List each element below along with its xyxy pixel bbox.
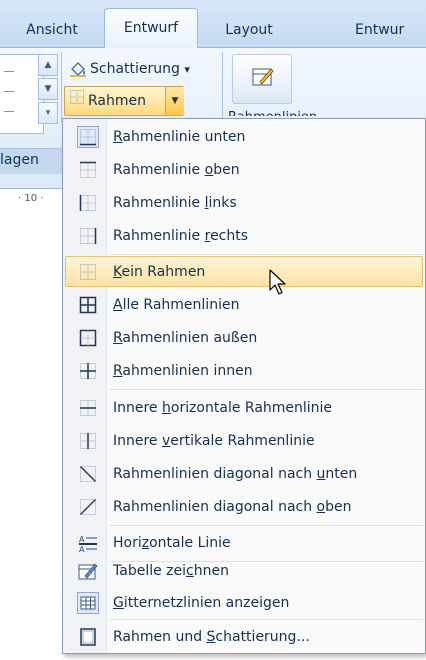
menu-separator [109, 525, 423, 526]
menu-item-label: Rahmenlinie links [113, 194, 237, 211]
border-none-icon [69, 87, 85, 115]
shading-dropdown-arrow: ▾ [184, 63, 190, 76]
menu-item-label: Rahmenlinien diagonal nach oben [113, 498, 352, 515]
svg-text:A: A [79, 535, 85, 544]
menu-separator [109, 254, 423, 255]
menu-item-inside-vertical[interactable]: Innere vertikale Rahmenlinie [65, 425, 423, 456]
group-separator [222, 52, 223, 122]
border-inside-vertical-icon [77, 430, 99, 452]
menu-item-label: Innere horizontale Rahmenlinie [113, 399, 333, 416]
border-left-icon [77, 192, 99, 214]
group-label: lagen [0, 152, 39, 168]
menu-item-label: Rahmenlinien außen [113, 329, 258, 346]
borders-split-button[interactable]: Rahmen ▼ [64, 86, 184, 116]
border-diagonal-down-icon [77, 463, 99, 485]
tab-ansicht[interactable]: Ansicht [0, 12, 104, 48]
menu-item-left-border[interactable]: Rahmenlinie links [65, 187, 423, 218]
svg-text:A: A [79, 545, 85, 554]
tab-entwurf-table[interactable]: Entwur [355, 12, 426, 48]
mouse-cursor-icon [268, 268, 290, 296]
menu-item-label: Tabelle zeichnen [113, 562, 229, 579]
horizontal-line-icon: AA [77, 532, 99, 554]
ruler-mark: · 10 · [18, 193, 44, 204]
border-diagonal-up-icon [77, 496, 99, 518]
menu-item-label: Rahmenlinien diagonal nach unten [113, 465, 358, 482]
menu-item-label: Gitternetzlinien anzeigen [113, 594, 290, 611]
menu-item-diagonal-up[interactable]: Rahmenlinien diagonal nach oben [65, 491, 423, 522]
menu-item-view-gridlines[interactable]: Gitternetzlinien anzeigen [65, 587, 423, 618]
menu-item-label: Kein Rahmen [113, 263, 206, 280]
draw-table-icon [251, 65, 275, 93]
menu-item-inside-horizontal[interactable]: Innere horizontale Rahmenlinie [65, 392, 423, 423]
gallery-scroll-up-button[interactable]: ▲ [38, 54, 58, 76]
menu-item-bottom-border[interactable]: Rahmenlinie unten [65, 121, 423, 152]
tab-layout[interactable]: Layout [204, 12, 294, 48]
menu-item-outside-borders[interactable]: Rahmenlinien außen [65, 322, 423, 353]
border-bottom-icon [77, 125, 99, 148]
border-inside-horizontal-icon [77, 397, 99, 419]
gallery-more-button[interactable]: ▾ [38, 102, 58, 124]
menu-separator [109, 619, 423, 620]
tab-entwurf[interactable]: Entwurf [104, 8, 198, 49]
ruler: · 10 · [0, 188, 62, 210]
draw-table-button[interactable] [232, 54, 292, 104]
menu-item-right-border[interactable]: Rahmenlinie rechts [65, 220, 423, 251]
menu-item-inside-borders[interactable]: Rahmenlinien innen [65, 355, 423, 386]
menu-item-horizontal-line[interactable]: AA Horizontale Linie [65, 527, 423, 558]
borders-dropdown-arrow[interactable]: ▼ [165, 87, 184, 115]
menu-item-label: Rahmenlinie rechts [113, 227, 249, 244]
menu-item-label: Rahmenlinie unten [113, 128, 246, 145]
menu-item-label: Rahmen und Schattierung... [113, 628, 310, 645]
menu-item-label: Alle Rahmenlinien [113, 296, 240, 313]
gridlines-icon [77, 591, 99, 614]
menu-item-top-border[interactable]: Rahmenlinie oben [65, 154, 423, 185]
page-border-icon [77, 626, 99, 648]
menu-item-diagonal-down[interactable]: Rahmenlinien diagonal nach unten [65, 458, 423, 489]
menu-item-no-border[interactable]: Kein Rahmen [65, 256, 423, 287]
border-none-icon [77, 261, 99, 283]
menu-item-label: Horizontale Linie [113, 534, 231, 551]
borders-main-button[interactable]: Rahmen [65, 87, 165, 115]
menu-item-all-borders[interactable]: Alle Rahmenlinien [65, 289, 423, 320]
borders-dropdown-menu: Rahmenlinie unten Rahmenlinie oben Rahme… [62, 118, 426, 654]
border-right-icon [77, 225, 99, 247]
ribbon-tab-bar: Ansicht Entwurf Layout Entwur [0, 0, 426, 49]
border-all-icon [77, 294, 99, 316]
menu-item-label: Innere vertikale Rahmenlinie [113, 432, 315, 449]
menu-item-label: Rahmenlinien innen [113, 362, 253, 379]
menu-item-borders-and-shading[interactable]: Rahmen und Schattierung... [65, 621, 423, 652]
menu-item-label: Rahmenlinie oben [113, 161, 240, 178]
border-outside-icon [77, 327, 99, 349]
shading-label: Schattierung [90, 61, 180, 77]
paint-bucket-icon [68, 60, 88, 78]
borders-label: Rahmen [88, 93, 146, 109]
menu-separator [109, 389, 423, 390]
draw-table-icon [77, 560, 99, 582]
menu-item-draw-table[interactable]: Tabelle zeichnen [65, 555, 423, 586]
group-separator [61, 52, 62, 122]
border-inside-icon [77, 360, 99, 382]
gallery-scroll-down-button[interactable]: ▼ [38, 78, 58, 100]
shading-button[interactable]: Schattierung ▾ [68, 55, 190, 83]
border-top-icon [77, 159, 99, 181]
